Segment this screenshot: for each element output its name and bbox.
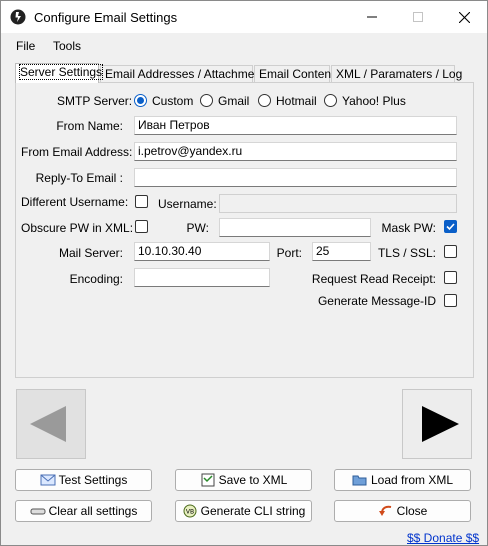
read-receipt-label: Request Read Receipt: — [311, 272, 436, 286]
encoding-input[interactable] — [134, 268, 270, 287]
checkmark-icon — [446, 223, 455, 231]
obscure-pw-checkbox[interactable] — [135, 220, 148, 233]
tab-server-settings[interactable]: Server Settings — [15, 63, 104, 83]
tab-email-addresses[interactable]: Email Addresses / Attachment — [100, 65, 264, 82]
close-window-button[interactable] — [441, 1, 487, 33]
mail-server-input[interactable]: 10.10.30.40 — [134, 242, 270, 261]
folder-open-icon — [352, 475, 367, 486]
pw-label: PW: — [186, 221, 209, 235]
mask-pw-checkbox[interactable] — [444, 220, 457, 233]
from-email-label: From Email Address: — [21, 145, 133, 159]
save-to-xml-button[interactable]: Save to XML — [175, 469, 312, 491]
save-icon — [201, 473, 215, 487]
from-name-label: From Name: — [56, 119, 123, 133]
reply-to-label: Reply-To Email : — [35, 171, 123, 185]
load-from-xml-button[interactable]: Load from XML — [334, 469, 471, 491]
app-icon — [10, 9, 26, 25]
port-input[interactable]: 25 — [312, 242, 371, 261]
tab-xml-parameters[interactable]: XML / Paramaters / Log — [331, 65, 462, 82]
from-email-input[interactable]: i.petrov@yandex.ru — [134, 142, 457, 161]
smtp-hotmail-radio[interactable] — [258, 94, 271, 107]
title-bar: Configure Email Settings — [1, 1, 487, 33]
different-username-label: Different Username: — [21, 195, 129, 209]
clear-all-settings-button[interactable]: Clear all settings — [15, 500, 152, 522]
close-icon — [458, 11, 470, 23]
username-label: Username: — [158, 197, 217, 211]
menu-bar: File Tools — [1, 35, 487, 55]
smtp-custom-radio[interactable] — [134, 94, 147, 107]
obscure-pw-label: Obscure PW in XML: — [21, 221, 134, 235]
username-input[interactable] — [219, 194, 457, 213]
smtp-yahoo-radio[interactable] — [324, 94, 337, 107]
pw-input[interactable] — [219, 218, 371, 237]
from-name-input[interactable]: Иван Петров — [134, 116, 457, 135]
smtp-custom-label: Custom — [152, 94, 194, 108]
tab-email-content[interactable]: Email Content — [254, 65, 334, 82]
previous-tab-button[interactable] — [16, 389, 86, 459]
mail-server-label: Mail Server: — [58, 246, 123, 260]
minimize-icon — [367, 16, 377, 18]
smtp-server-label: SMTP Server: — [57, 94, 133, 108]
generate-cli-button[interactable]: VB Generate CLI string — [175, 500, 312, 522]
app-window: Configure Email Settings File Tools Serv… — [0, 0, 488, 546]
encoding-label: Encoding: — [69, 272, 123, 286]
cli-icon: VB — [183, 504, 197, 518]
next-tab-button[interactable] — [402, 389, 472, 459]
mask-pw-label: Mask PW: — [381, 221, 436, 235]
smtp-gmail-radio[interactable] — [200, 94, 213, 107]
close-button[interactable]: Close — [334, 500, 471, 522]
reply-to-input[interactable] — [134, 168, 457, 187]
minimize-button[interactable] — [349, 1, 395, 33]
different-username-checkbox[interactable] — [135, 195, 148, 208]
smtp-gmail-label: Gmail — [218, 94, 250, 108]
exit-arrow-icon — [378, 505, 391, 516]
read-receipt-checkbox[interactable] — [444, 271, 457, 284]
svg-text:VB: VB — [186, 509, 194, 516]
menu-file[interactable]: File — [16, 39, 35, 53]
message-id-checkbox[interactable] — [444, 294, 457, 307]
tls-ssl-label: TLS / SSL: — [377, 246, 436, 260]
test-settings-button[interactable]: Test Settings — [15, 469, 152, 491]
smtp-hotmail-label: Hotmail — [276, 94, 317, 108]
maximize-icon — [413, 12, 423, 22]
port-label: Port: — [276, 246, 302, 260]
right-arrow-icon — [422, 406, 459, 442]
message-id-label: Generate Message-ID — [317, 294, 436, 308]
maximize-button[interactable] — [395, 1, 441, 33]
smtp-yahoo-label: Yahoo! Plus — [342, 94, 406, 108]
envelope-icon — [40, 474, 56, 486]
tls-ssl-checkbox[interactable] — [444, 245, 457, 258]
window-title: Configure Email Settings — [34, 10, 178, 25]
donate-link[interactable]: $$ Donate $$ — [407, 531, 479, 545]
eraser-icon — [30, 508, 46, 515]
menu-tools[interactable]: Tools — [53, 39, 81, 53]
left-arrow-icon — [30, 406, 66, 442]
